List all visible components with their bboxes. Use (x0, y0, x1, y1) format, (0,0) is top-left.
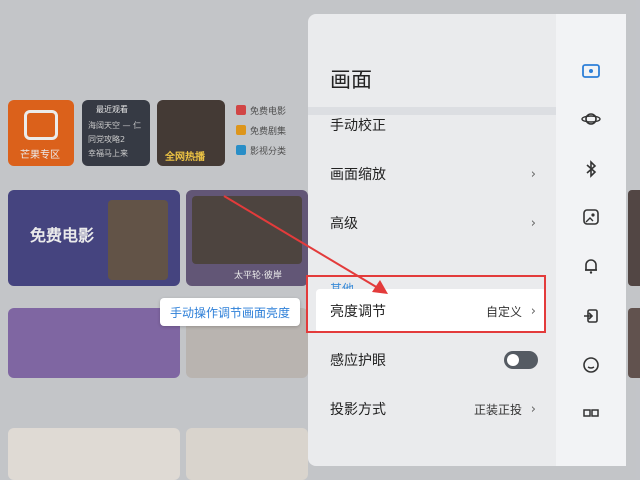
bluetooth-icon[interactable] (580, 158, 602, 180)
manual-correction-label: 手动校正 (330, 118, 386, 134)
planet-icon[interactable] (580, 108, 602, 130)
advanced-row[interactable]: 高级 › (308, 201, 556, 245)
chevron-right-icon: › (530, 166, 536, 182)
image-icon[interactable] (580, 206, 602, 228)
highlight-box (306, 275, 546, 333)
chevron-right-icon: › (530, 401, 536, 417)
grid-icon[interactable] (580, 402, 602, 424)
eye-protection-toggle[interactable] (504, 351, 538, 369)
picture-settings-panel: 画面 手动校正 画面缩放 › 高级 › 其他 亮度调节 自定义 › 感应护眼 投… (308, 14, 556, 466)
smiley-icon[interactable] (580, 354, 602, 376)
zoom-label: 画面缩放 (330, 167, 386, 183)
manual-correction-row[interactable]: 手动校正 (308, 103, 556, 147)
eye-protection-label: 感应护眼 (330, 353, 386, 369)
zoom-row[interactable]: 画面缩放 › (308, 152, 556, 196)
input-source-icon[interactable] (580, 305, 602, 327)
settings-icon-rail (556, 14, 626, 466)
picture-icon[interactable] (580, 60, 602, 82)
panel-title: 画面 (330, 68, 372, 92)
projection-label: 投影方式 (330, 402, 386, 418)
toggle-knob (507, 354, 519, 366)
bell-icon[interactable] (580, 255, 602, 277)
brightness-tooltip: 手动操作调节画面亮度 (160, 298, 301, 326)
eye-protection-row[interactable]: 感应护眼 (308, 338, 556, 382)
chevron-right-icon: › (530, 215, 536, 231)
projection-row[interactable]: 投影方式 正装正投 › (308, 387, 556, 431)
advanced-label: 高级 (330, 216, 358, 232)
projection-value: 正装正投 (473, 402, 522, 417)
